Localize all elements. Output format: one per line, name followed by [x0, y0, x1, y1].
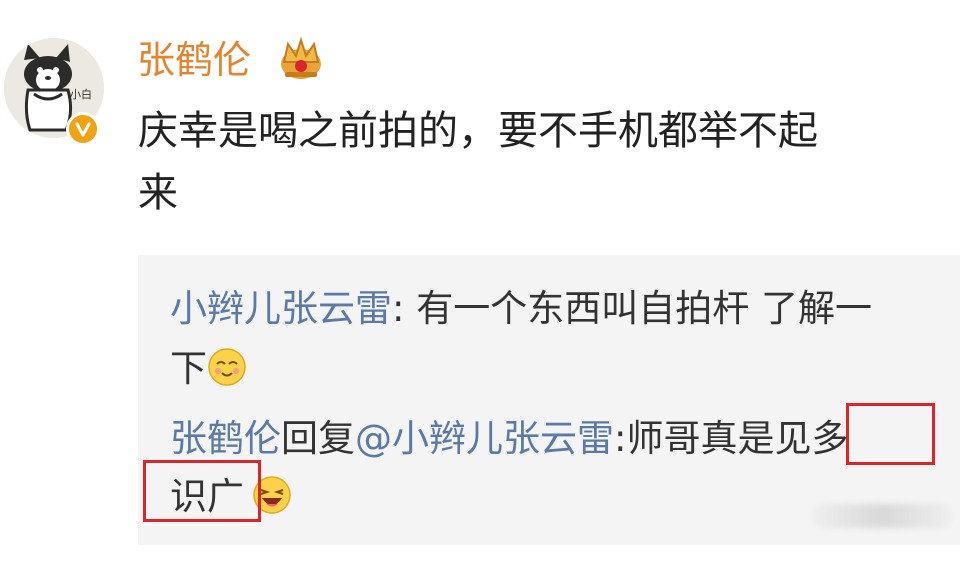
- reply-2-separator: :: [614, 417, 627, 460]
- post-text-line-1: 庆幸是喝之前拍的，要不手机都举不起: [138, 108, 818, 154]
- reply-2-line-1: 张鹤伦回复@小辫儿张云雷:师哥真是见多: [170, 412, 848, 466]
- highlight-box-2: [143, 460, 261, 522]
- highlight-box-1: [846, 403, 935, 465]
- reply-1-separator: :: [392, 287, 405, 330]
- reply-1-line-1: 小辫儿张云雷: 有一个东西叫自拍杆 了解一: [170, 282, 872, 336]
- reply-1-text: 有一个东西叫自拍杆 了解一: [404, 287, 872, 330]
- svg-text:小白: 小白: [70, 87, 92, 101]
- reply-1-text-cont: 下: [170, 347, 207, 390]
- verified-badge-icon: [66, 112, 100, 146]
- reply-2-reply-word: 回复: [281, 417, 355, 460]
- post-text-line-2: 来: [138, 170, 178, 216]
- post-author-name[interactable]: 张鹤伦: [137, 34, 251, 86]
- reply-2-highlight-text: 见多: [774, 417, 849, 460]
- crown-icon: [281, 36, 321, 79]
- smiling-emoji-icon: [208, 347, 246, 386]
- reply-2-mention[interactable]: @小辫儿张云雷: [355, 417, 614, 460]
- reply-1-author[interactable]: 小辫儿张云雷: [170, 287, 392, 330]
- blurred-watermark: [812, 504, 952, 528]
- post-body: 庆幸是喝之前拍的，要不手机都举不起 来: [138, 100, 950, 224]
- reply-2-text: 师哥真是: [626, 417, 775, 460]
- reply-1-line-2: 下: [170, 342, 247, 396]
- reply-2-author[interactable]: 张鹤伦: [170, 417, 281, 460]
- weibo-comment: 小白 张鹤伦 庆幸是喝之前拍的，要不手机都举不起 来 小辫儿张云雷: 有一个东西…: [0, 0, 963, 583]
